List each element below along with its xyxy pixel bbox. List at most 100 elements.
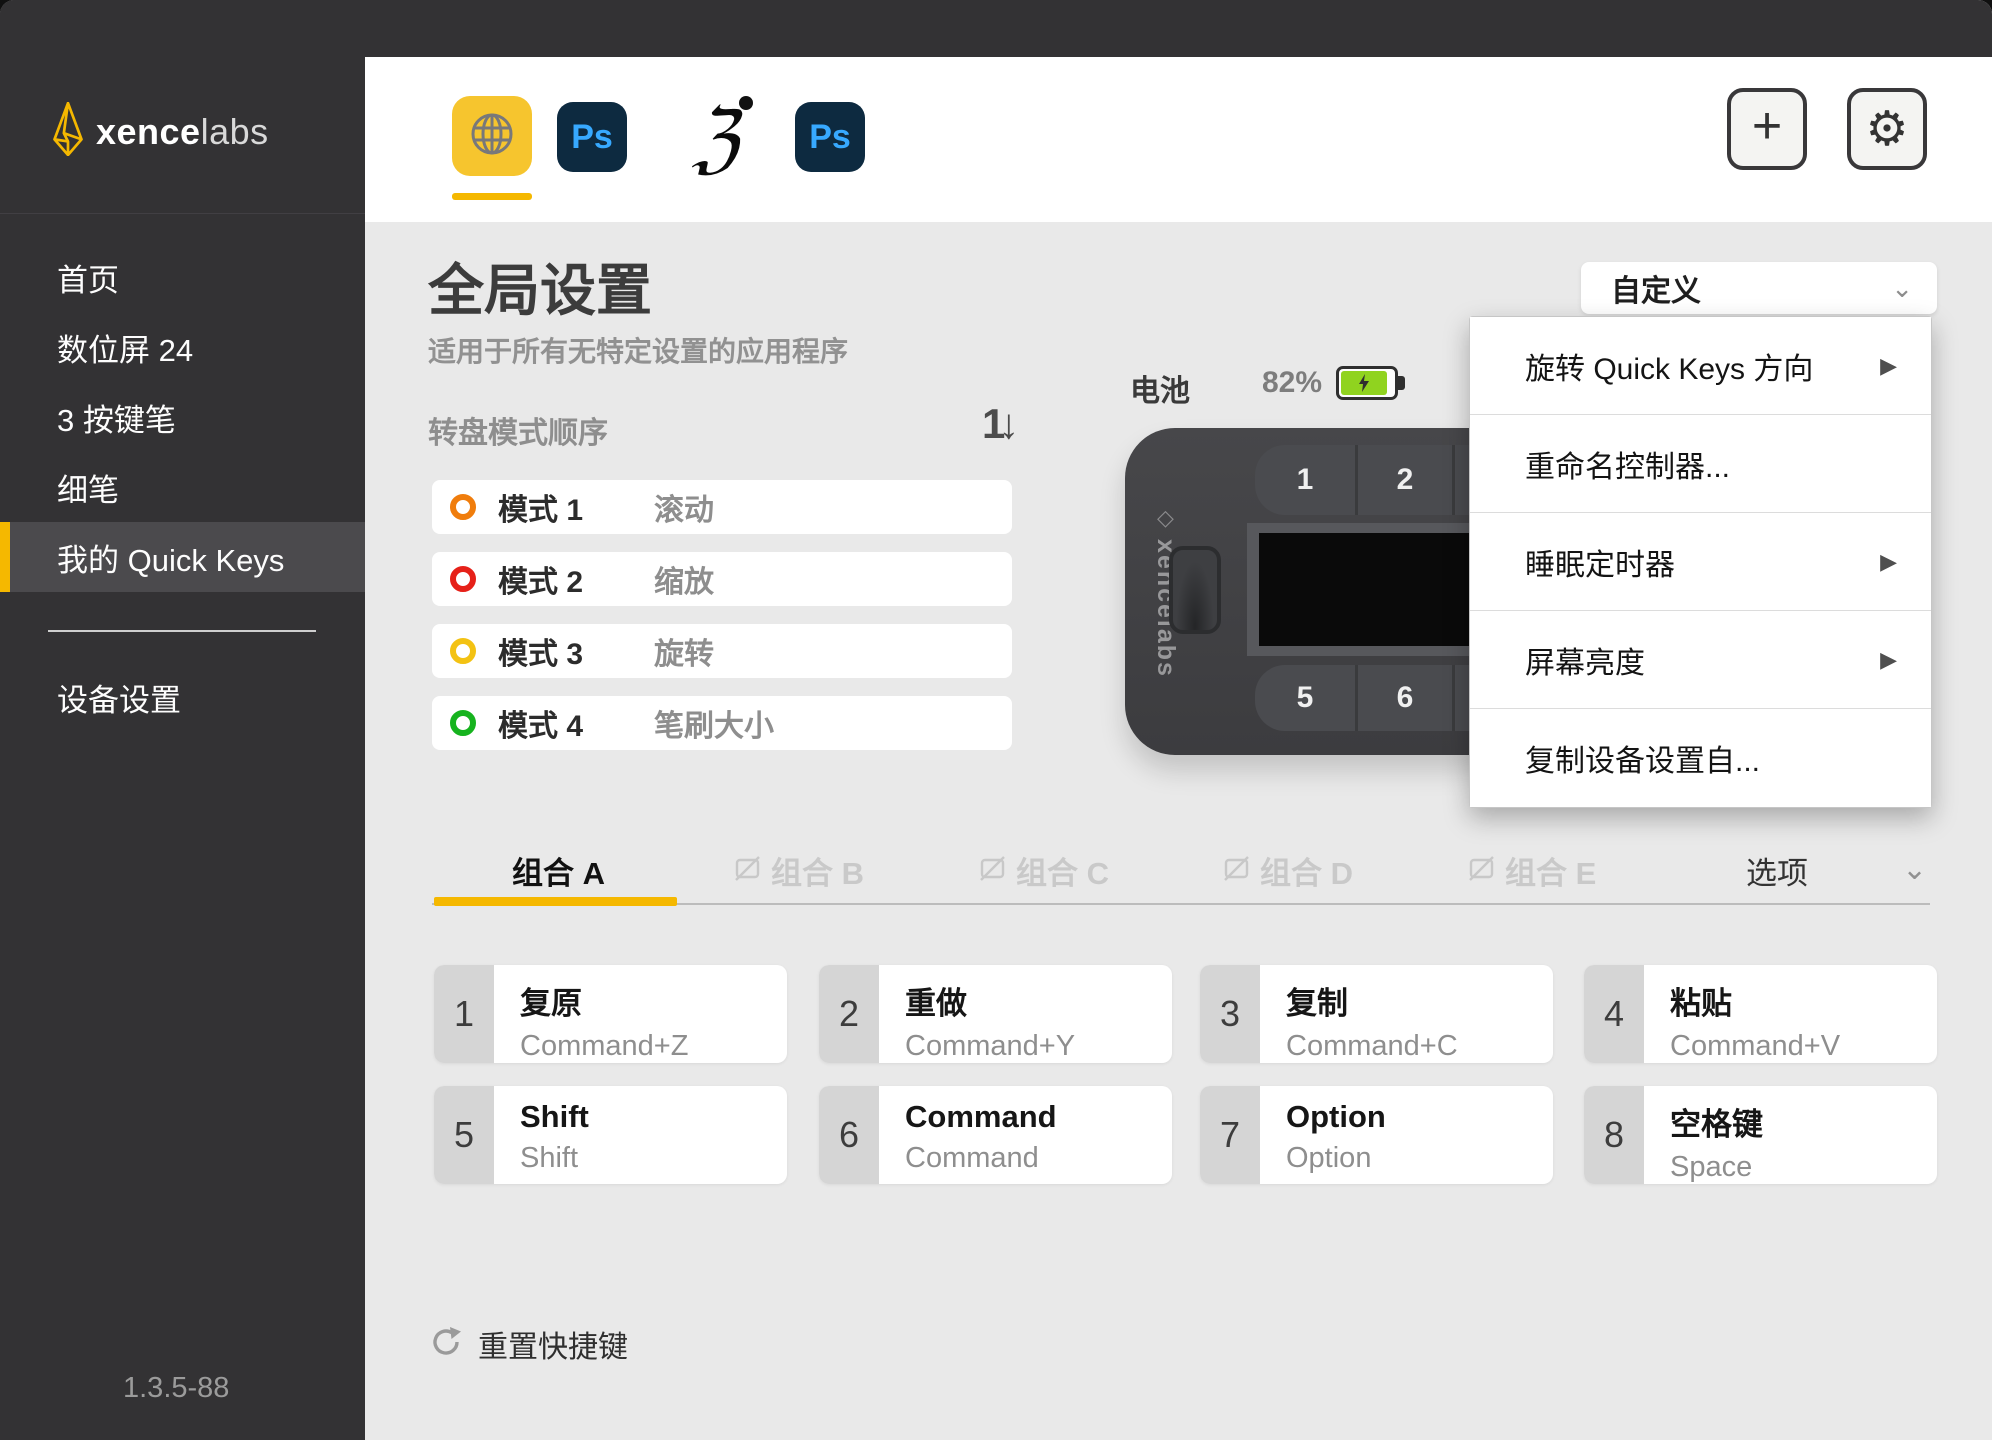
- device-button-2: 2: [1358, 445, 1455, 515]
- mode-name: 模式 1: [498, 494, 584, 527]
- photoshop-icon: Ps: [571, 117, 613, 156]
- dial-mode-row-4[interactable]: 模式 4 笔刷大小: [432, 696, 1012, 750]
- brand-name: xencelabs: [96, 111, 269, 153]
- tab-options-dropdown[interactable]: 选项: [1746, 848, 1808, 893]
- key-card-6[interactable]: 6 Command Command: [819, 1086, 1172, 1184]
- zbrush-icon: ℨ: [691, 93, 739, 182]
- battery-nub: [1398, 376, 1405, 390]
- xencelabs-mark-icon: ◇: [1154, 505, 1179, 533]
- key-number: 2: [819, 965, 879, 1063]
- tab-label: 组合 A: [512, 856, 605, 891]
- key-card-3[interactable]: 3 复制 Command+C: [1200, 965, 1553, 1063]
- menu-item-label: 睡眠定时器: [1525, 548, 1675, 582]
- unassigned-icon: [1223, 855, 1250, 887]
- tab-set-a[interactable]: 组合 A: [512, 848, 605, 893]
- tab-set-c[interactable]: 组合 C: [979, 848, 1109, 893]
- menu-item-label: 屏幕亮度: [1525, 646, 1645, 680]
- battery-percent: 82%: [1262, 366, 1323, 399]
- unassigned-icon: [734, 855, 761, 887]
- globe-icon: [469, 111, 515, 162]
- mode-color-ring: [450, 710, 476, 736]
- gear-icon: ⚙: [1865, 103, 1909, 156]
- mode-action: 滚动: [654, 494, 714, 527]
- mode-name: 模式 2: [498, 566, 584, 599]
- mode-action: 旋转: [654, 638, 714, 671]
- page-title: 全局设置: [428, 259, 652, 322]
- submenu-arrow-icon: ▶: [1880, 548, 1897, 574]
- preset-dropdown[interactable]: 自定义 ⌄: [1581, 262, 1937, 314]
- tab-set-e[interactable]: 组合 E: [1468, 848, 1596, 893]
- submenu-arrow-icon: ▶: [1880, 352, 1897, 378]
- menu-item-copy-device-settings[interactable]: 复制设备设置自...: [1470, 709, 1931, 807]
- xencelabs-prism-icon: [50, 101, 86, 161]
- sidebar-item-my-quick-keys[interactable]: 我的 Quick Keys: [0, 522, 365, 592]
- photoshop-app-tile[interactable]: Ps: [557, 102, 627, 172]
- key-shortcut: Command+V: [1670, 1030, 1841, 1062]
- key-shortcut: Command: [905, 1142, 1039, 1174]
- menu-item-sleep-timer[interactable]: 睡眠定时器 ▶: [1470, 513, 1931, 611]
- key-number: 6: [819, 1086, 879, 1184]
- add-application-button[interactable]: +: [1727, 88, 1807, 170]
- key-number: 3: [1200, 965, 1260, 1063]
- reset-shortcuts-button[interactable]: 重置快捷键: [430, 1322, 628, 1366]
- key-number: 1: [434, 965, 494, 1063]
- sidebar-separator: [0, 213, 365, 214]
- brand-name-light: labs: [200, 110, 269, 152]
- tab-set-b[interactable]: 组合 B: [734, 848, 864, 893]
- key-number: 8: [1584, 1086, 1644, 1184]
- key-shortcut: Command+C: [1286, 1030, 1458, 1062]
- key-shortcut: Shift: [520, 1142, 579, 1174]
- sidebar-item-pen-display-24[interactable]: 数位屏 24: [0, 312, 365, 382]
- key-card-5[interactable]: 5 Shift Shift: [434, 1086, 787, 1184]
- zbrush-app-tile[interactable]: ℨ: [665, 86, 765, 182]
- key-card-2[interactable]: 2 重做 Command+Y: [819, 965, 1172, 1063]
- key-card-8[interactable]: 8 空格键 Space: [1584, 1086, 1937, 1184]
- sidebar-divider: [48, 630, 316, 632]
- menu-item-screen-brightness[interactable]: 屏幕亮度 ▶: [1470, 611, 1931, 709]
- settings-gear-button[interactable]: ⚙: [1847, 88, 1927, 170]
- preset-value: 自定义: [1611, 275, 1701, 308]
- sidebar-nav: 首页 数位屏 24 3 按键笔 细笔 我的 Quick Keys: [0, 242, 365, 592]
- brand-name-bold: xence: [96, 110, 201, 152]
- key-card-7[interactable]: 7 Option Option: [1200, 1086, 1553, 1184]
- menu-item-rename-controller[interactable]: 重命名控制器...: [1470, 415, 1931, 513]
- mode-color-ring: [450, 494, 476, 520]
- key-card-4[interactable]: 4 粘贴 Command+V: [1584, 965, 1937, 1063]
- dial-mode-order-header: 转盘模式顺序: [428, 417, 608, 450]
- mode-name: 模式 4: [498, 710, 584, 743]
- unassigned-icon: [1468, 855, 1495, 887]
- sidebar-item-3-button-pen[interactable]: 3 按键笔: [0, 382, 365, 452]
- sidebar-item-thin-pen[interactable]: 细笔: [0, 452, 365, 522]
- photoshop2-app-tile[interactable]: Ps: [795, 102, 865, 172]
- tab-set-d[interactable]: 组合 D: [1223, 848, 1353, 893]
- menu-item-label: 旋转 Quick Keys 方向: [1525, 352, 1814, 386]
- dial-mode-row-2[interactable]: 模式 2 缩放: [432, 552, 1012, 606]
- mode-action: 笔刷大小: [654, 710, 774, 743]
- key-title: Command: [905, 1099, 1057, 1134]
- dial-mode-row-3[interactable]: 模式 3 旋转: [432, 624, 1012, 678]
- device-button-5: 5: [1255, 665, 1358, 731]
- tab-label: 组合 E: [1505, 856, 1597, 891]
- sort-order-icon[interactable]: 1↓: [982, 400, 1019, 448]
- key-title: Shift: [520, 1099, 589, 1134]
- chevron-down-icon[interactable]: ⌄: [1902, 852, 1927, 887]
- mode-name: 模式 3: [498, 638, 584, 671]
- photoshop-icon: Ps: [809, 117, 851, 156]
- sidebar-item-device-settings[interactable]: 设备设置: [0, 662, 365, 732]
- app-window: xencelabs 首页 数位屏 24 3 按键笔 细笔 我的 Quick Ke…: [0, 0, 1992, 1440]
- device-button-6: 6: [1358, 665, 1455, 731]
- battery-label: 电池: [1130, 375, 1190, 408]
- menu-item-rotate-quick-keys[interactable]: 旋转 Quick Keys 方向 ▶: [1470, 317, 1931, 415]
- menu-item-label: 复制设备设置自...: [1525, 745, 1761, 778]
- tab-label: 组合 D: [1260, 856, 1353, 891]
- active-tab-underline: [434, 897, 677, 906]
- dial-mode-row-1[interactable]: 模式 1 滚动: [432, 480, 1012, 534]
- key-number: 5: [434, 1086, 494, 1184]
- menu-item-label: 重命名控制器...: [1525, 450, 1731, 484]
- reset-label: 重置快捷键: [478, 1331, 628, 1364]
- key-title: 空格键: [1670, 1107, 1763, 1142]
- key-card-1[interactable]: 1 复原 Command+Z: [434, 965, 787, 1063]
- battery-fill: [1341, 371, 1387, 395]
- sidebar-item-home[interactable]: 首页: [0, 242, 365, 312]
- global-settings-app-tile[interactable]: [452, 96, 532, 176]
